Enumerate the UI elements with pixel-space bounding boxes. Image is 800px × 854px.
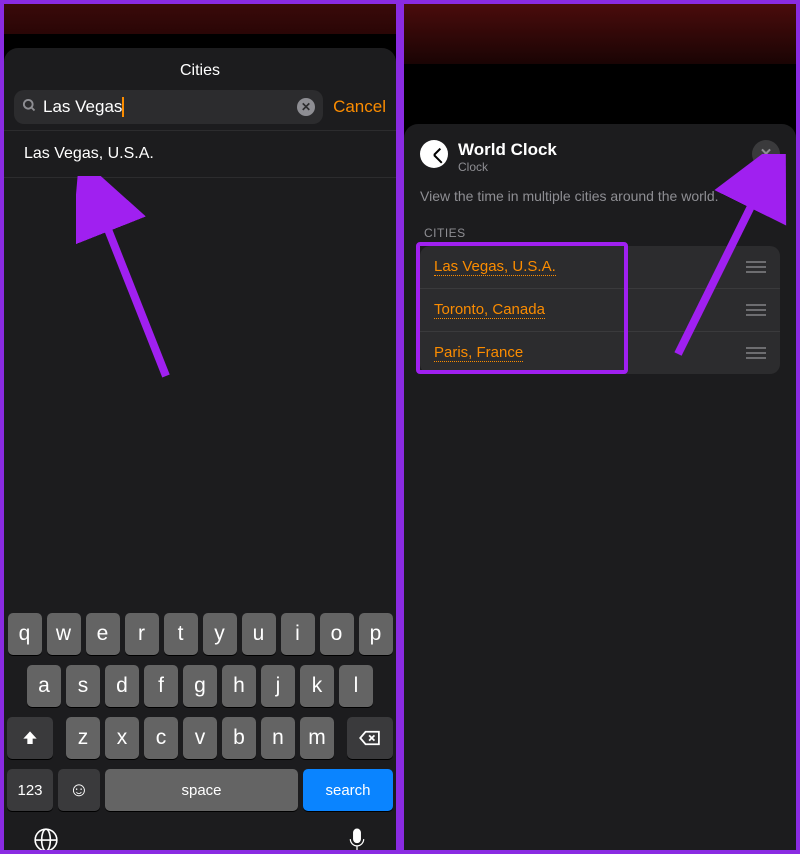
annotation-arrow [76, 176, 196, 396]
widget-subtitle: Clock [458, 160, 742, 174]
keyboard: qwertyuiop asdfghjkl zxcvbnm 123 ☺ space… [4, 607, 396, 854]
key-u[interactable]: u [242, 613, 276, 655]
search-key[interactable]: search [303, 769, 393, 811]
numbers-key[interactable]: 123 [7, 769, 53, 811]
clear-icon[interactable]: ✕ [297, 98, 315, 116]
key-r[interactable]: r [125, 613, 159, 655]
sheet-title: Cities [4, 48, 396, 90]
right-panel: World Clock Clock ✕ View the time in mul… [400, 0, 800, 854]
search-result[interactable]: Las Vegas, U.S.A. [4, 130, 396, 178]
kb-row2: asdfghjkl [7, 665, 393, 707]
key-e[interactable]: e [86, 613, 120, 655]
globe-icon[interactable] [33, 827, 59, 854]
city-list: Las Vegas, U.S.A. Toronto, Canada Paris, F… [420, 246, 780, 374]
key-f[interactable]: f [144, 665, 178, 707]
emoji-key[interactable]: ☺ [58, 769, 100, 811]
shift-key[interactable] [7, 717, 53, 759]
city-name: Paris, France [434, 344, 523, 362]
key-t[interactable]: t [164, 613, 198, 655]
key-i[interactable]: i [281, 613, 315, 655]
key-x[interactable]: x [105, 717, 139, 759]
drag-handle-icon[interactable] [746, 261, 766, 273]
city-name: Las Vegas, U.S.A. [434, 258, 556, 276]
key-h[interactable]: h [222, 665, 256, 707]
mic-icon[interactable] [347, 827, 367, 854]
cancel-button[interactable]: Cancel [333, 97, 386, 117]
key-z[interactable]: z [66, 717, 100, 759]
key-s[interactable]: s [66, 665, 100, 707]
backspace-key[interactable] [347, 717, 393, 759]
key-k[interactable]: k [300, 665, 334, 707]
kb-row3: zxcvbnm [58, 717, 342, 759]
key-g[interactable]: g [183, 665, 217, 707]
widget-description: View the time in multiple cities around … [420, 188, 780, 204]
drag-handle-icon[interactable] [746, 304, 766, 316]
key-l[interactable]: l [339, 665, 373, 707]
city-row[interactable]: Toronto, Canada [420, 288, 780, 331]
drag-handle-icon[interactable] [746, 347, 766, 359]
city-row[interactable]: Las Vegas, U.S.A. [420, 246, 780, 288]
key-a[interactable]: a [27, 665, 61, 707]
space-key[interactable]: space [105, 769, 298, 811]
kb-row3-wrap: zxcvbnm [7, 717, 393, 759]
search-icon [22, 98, 37, 117]
city-row[interactable]: Paris, France [420, 331, 780, 374]
cities-label: CITIES [424, 226, 780, 240]
key-o[interactable]: o [320, 613, 354, 655]
search-text: Las Vegas [43, 97, 297, 117]
key-m[interactable]: m [300, 717, 334, 759]
key-w[interactable]: w [47, 613, 81, 655]
key-d[interactable]: d [105, 665, 139, 707]
search-input[interactable]: Las Vegas ✕ [14, 90, 323, 124]
key-c[interactable]: c [144, 717, 178, 759]
key-j[interactable]: j [261, 665, 295, 707]
kb-row1: qwertyuiop [7, 613, 393, 655]
key-v[interactable]: v [183, 717, 217, 759]
close-button[interactable]: ✕ [752, 140, 780, 168]
left-panel: Cities Las Vegas ✕ Cancel Las Vegas, U.S… [0, 0, 400, 854]
key-p[interactable]: p [359, 613, 393, 655]
city-name: Toronto, Canada [434, 301, 545, 319]
clock-icon [420, 140, 448, 168]
key-q[interactable]: q [8, 613, 42, 655]
widget-title: World Clock [458, 140, 742, 160]
key-n[interactable]: n [261, 717, 295, 759]
key-b[interactable]: b [222, 717, 256, 759]
key-y[interactable]: y [203, 613, 237, 655]
